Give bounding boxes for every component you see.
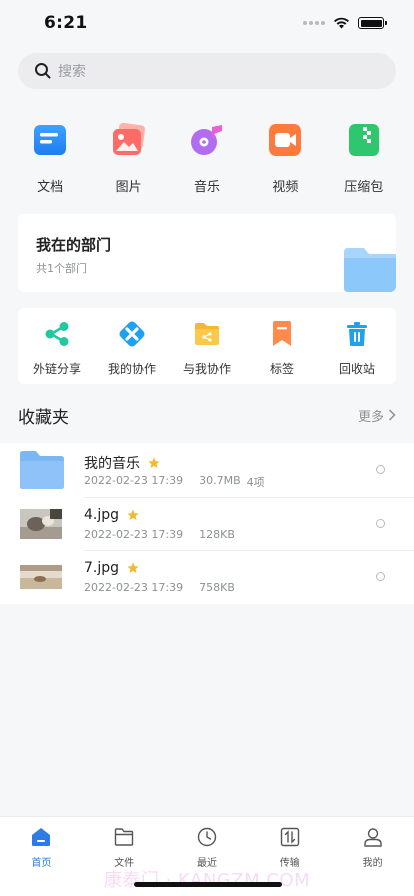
tool-grid: 外链分享 我的协作 与我协作 标签 回收站 bbox=[18, 308, 396, 384]
tool-trash[interactable]: 回收站 bbox=[320, 308, 394, 384]
favorites-more-link[interactable]: 更多 bbox=[358, 406, 396, 425]
category-label: 视频 bbox=[272, 180, 299, 195]
status-time: 6:21 bbox=[44, 13, 88, 33]
category-label: 图片 bbox=[115, 180, 142, 195]
watermark: 康泰门 · KANGZM.COM bbox=[103, 870, 311, 891]
department-card[interactable]: 我在的部门 共1个部门 bbox=[18, 214, 396, 292]
list-item[interactable]: 我的音乐 2022-02-23 17:39 30.7MB 4项 bbox=[0, 443, 414, 497]
tool-my-collab[interactable]: 我的协作 bbox=[95, 308, 169, 384]
image-thumbnail bbox=[20, 508, 62, 539]
item-name-row: 7.jpg bbox=[84, 560, 139, 576]
folder-illustration-icon bbox=[344, 248, 396, 292]
item-meta: 2022-02-23 17:39 758KB bbox=[84, 581, 235, 594]
list-item[interactable]: 4.jpg 2022-02-23 17:39 128KB bbox=[0, 496, 414, 551]
category-label: 压缩包 bbox=[344, 180, 384, 195]
video-icon bbox=[265, 120, 305, 160]
battery-icon bbox=[358, 17, 387, 29]
item-meta: 2022-02-23 17:39 30.7MB 4项 bbox=[84, 474, 265, 490]
tool-label: 与我协作 bbox=[182, 362, 231, 376]
category-label: 文档 bbox=[37, 180, 64, 195]
home-indicator bbox=[134, 882, 282, 887]
status-bar: 6:21 bbox=[0, 0, 414, 46]
document-icon bbox=[30, 120, 70, 160]
list-item[interactable]: 7.jpg 2022-02-23 17:39 758KB bbox=[0, 550, 414, 604]
item-date: 2022-02-23 17:39 bbox=[84, 527, 184, 541]
home-icon bbox=[30, 826, 52, 848]
item-meta: 2022-02-23 17:39 128KB bbox=[84, 528, 235, 541]
item-date: 2022-02-23 17:39 bbox=[84, 581, 184, 595]
status-icons bbox=[303, 17, 387, 29]
folder-outline-icon bbox=[113, 826, 135, 848]
select-radio[interactable] bbox=[376, 465, 385, 474]
tool-collab-with-me[interactable]: 与我协作 bbox=[170, 308, 244, 384]
transfer-icon bbox=[279, 826, 301, 848]
tool-label: 标签 bbox=[269, 362, 294, 376]
category-documents[interactable]: 文档 bbox=[13, 120, 87, 200]
image-thumbnail bbox=[20, 565, 62, 590]
department-subtitle: 共1个部门 bbox=[36, 262, 87, 275]
image-icon bbox=[109, 120, 149, 160]
collab-with-me-icon bbox=[193, 320, 221, 348]
department-title: 我在的部门 bbox=[36, 236, 112, 254]
star-icon bbox=[127, 509, 139, 520]
category-music[interactable]: 音乐 bbox=[170, 120, 244, 200]
category-images[interactable]: 图片 bbox=[92, 120, 166, 200]
wifi-icon bbox=[334, 17, 349, 29]
tool-tags[interactable]: 标签 bbox=[245, 308, 319, 384]
my-collab-icon bbox=[118, 320, 146, 348]
trash-icon bbox=[343, 320, 371, 348]
item-name-row: 4.jpg bbox=[84, 507, 139, 523]
item-size: 758KB bbox=[199, 581, 235, 595]
favorites-more-label: 更多 bbox=[357, 409, 384, 425]
item-size: 128KB bbox=[199, 527, 235, 541]
item-name: 4.jpg bbox=[84, 506, 120, 523]
item-name: 我的音乐 bbox=[84, 456, 140, 472]
tool-share-link[interactable]: 外链分享 bbox=[20, 308, 94, 384]
clock-icon bbox=[196, 826, 218, 848]
folder-icon bbox=[20, 451, 64, 489]
category-archives[interactable]: 压缩包 bbox=[327, 120, 401, 200]
item-name-row: 我的音乐 bbox=[84, 453, 160, 473]
search-input[interactable]: 搜索 bbox=[18, 53, 396, 89]
share-link-icon bbox=[43, 320, 71, 348]
category-grid: 文档 图片 音乐 视频 压缩包 bbox=[0, 120, 414, 200]
category-videos[interactable]: 视频 bbox=[248, 120, 322, 200]
tool-label: 回收站 bbox=[338, 362, 375, 376]
user-icon bbox=[362, 826, 384, 848]
search-placeholder: 搜索 bbox=[58, 64, 86, 80]
tag-icon bbox=[268, 320, 296, 348]
select-radio[interactable] bbox=[376, 518, 385, 528]
signal-icon bbox=[303, 21, 325, 25]
star-icon bbox=[127, 562, 139, 574]
favorites-list: 我的音乐 2022-02-23 17:39 30.7MB 4项 4.jpg 20… bbox=[0, 443, 414, 604]
favorites-header: 收藏夹 更多 bbox=[18, 400, 396, 430]
star-icon bbox=[148, 457, 160, 468]
item-name: 7.jpg bbox=[84, 560, 120, 577]
search-icon bbox=[35, 63, 51, 79]
tool-label: 外链分享 bbox=[32, 362, 81, 376]
chevron-right-icon bbox=[388, 409, 396, 421]
favorites-title: 收藏夹 bbox=[18, 407, 69, 428]
category-label: 音乐 bbox=[193, 180, 220, 195]
select-radio[interactable] bbox=[376, 572, 385, 582]
item-count: 4项 bbox=[246, 476, 265, 489]
tool-label: 我的协作 bbox=[107, 362, 156, 376]
music-icon bbox=[187, 120, 227, 160]
archive-icon bbox=[344, 120, 384, 160]
item-size: 30.7MB bbox=[199, 474, 241, 487]
item-date: 2022-02-23 17:39 bbox=[84, 474, 184, 487]
